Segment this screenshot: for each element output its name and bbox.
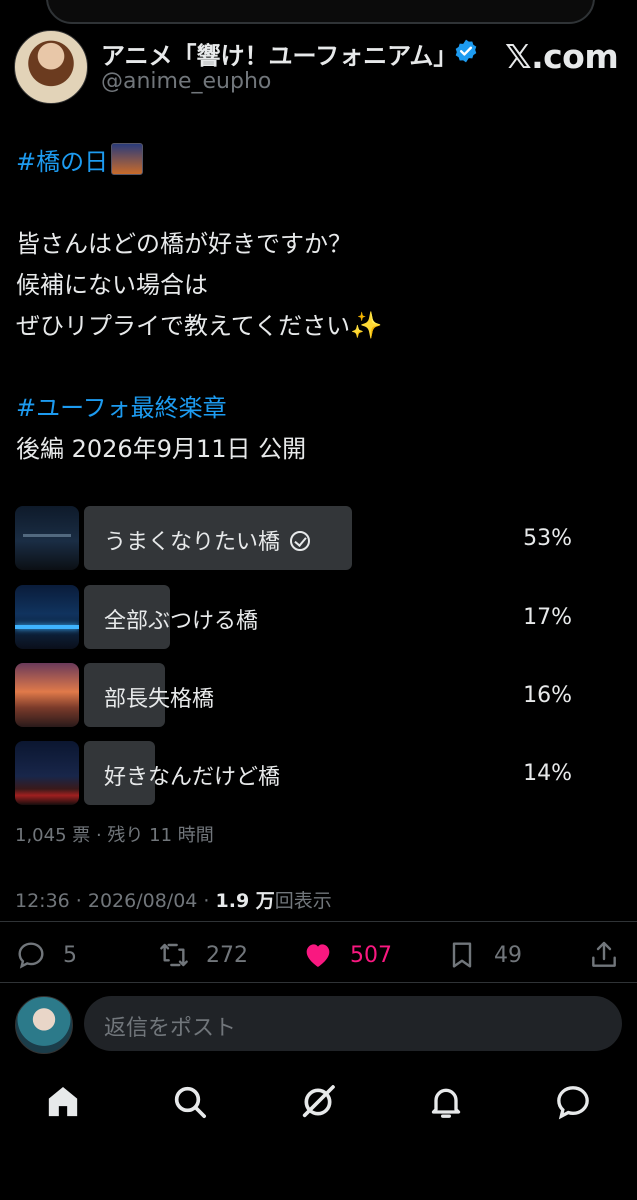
divider: [0, 921, 637, 922]
poll-option-image: [15, 585, 79, 649]
tweet-text-line: ぜひリプライで教えてください✨: [16, 306, 382, 347]
tweet-text-line: 皆さんはどの橋が好きですか？: [16, 230, 352, 258]
sparkles-icon: ✨: [350, 311, 383, 341]
poll-option-label[interactable]: 全部ぶつける橋: [104, 603, 258, 635]
poll-option-label[interactable]: うまくなりたい橋: [104, 524, 311, 556]
author-avatar[interactable]: [14, 30, 88, 104]
reply-icon: [18, 942, 44, 969]
timestamp-text[interactable]: 12:36 · 2026/08/04 ·: [15, 890, 216, 912]
nav-home[interactable]: [43, 1082, 83, 1122]
nav-search[interactable]: [170, 1082, 210, 1122]
bookmark-button[interactable]: 49: [446, 938, 522, 972]
poll-option-image: [15, 741, 79, 805]
view-label: 回表示: [274, 890, 332, 912]
share-button[interactable]: [588, 938, 636, 972]
bell-icon: [431, 1088, 461, 1118]
poll-option-percent: 14%: [523, 761, 572, 786]
verified-badge-icon: [455, 39, 477, 63]
chat-bubble-icon: [557, 1086, 589, 1120]
reply-count: 5: [63, 942, 77, 968]
voted-check-icon: [290, 531, 311, 551]
home-icon: [48, 1087, 78, 1117]
poll-option-percent: 16%: [523, 683, 572, 708]
poll-option-label[interactable]: 部長失格橋: [104, 681, 214, 713]
tweet-text-line: 候補にない場合は: [16, 271, 208, 299]
poll-option-percent: 53%: [523, 526, 572, 551]
bridge-at-night-icon: [111, 143, 144, 175]
browser-address-bar[interactable]: [46, 0, 595, 24]
share-icon: [592, 941, 616, 967]
like-button[interactable]: 507: [302, 938, 392, 972]
reply-placeholder: 返信をポスト: [104, 1016, 237, 1041]
nav-grok[interactable]: [298, 1082, 338, 1122]
bookmark-icon: [452, 942, 472, 968]
view-count: 1.9 万: [215, 890, 275, 912]
author-display-name[interactable]: アニメ「響け！ユーフォニアム」...: [101, 36, 451, 71]
poll-option-image: [15, 663, 79, 727]
poll-option-image: [15, 506, 79, 570]
tweet-text: ぜひリプライで教えてください: [16, 312, 351, 340]
repost-count: 272: [206, 942, 248, 968]
author-handle[interactable]: @anime_eupho: [101, 69, 271, 94]
grok-icon: [302, 1085, 335, 1118]
search-icon: [174, 1086, 207, 1118]
x-logo: 𝕏.com: [505, 37, 619, 76]
poll-summary: 1,045 票 · 残り 11 時間: [15, 825, 214, 846]
nav-notifications[interactable]: [426, 1082, 466, 1122]
poll-option-label[interactable]: 好きなんだけど橋: [104, 759, 280, 791]
bookmark-count: 49: [494, 942, 522, 968]
tweet-timestamp: 12:36 · 2026/08/04 · 1.9 万回表示: [15, 886, 332, 913]
poll-option-percent: 17%: [523, 605, 572, 630]
heart-icon: [306, 944, 330, 967]
poll-option-text: うまくなりたい橋: [104, 530, 281, 555]
user-avatar[interactable]: [15, 996, 73, 1054]
reply-button[interactable]: 5: [15, 938, 77, 972]
tweet-hashtag-line: #橋の日: [16, 142, 144, 183]
divider: [0, 982, 637, 983]
tweet-text-line: 後編 2026年9月11日 公開: [16, 435, 307, 463]
repost-button[interactable]: 272: [158, 938, 248, 972]
like-count: 507: [350, 942, 392, 968]
repost-icon: [160, 943, 188, 967]
hashtag-link[interactable]: #ユーフォ最終楽章: [16, 388, 227, 429]
nav-messages[interactable]: [553, 1082, 593, 1122]
hashtag-link[interactable]: #橋の日: [16, 148, 108, 176]
